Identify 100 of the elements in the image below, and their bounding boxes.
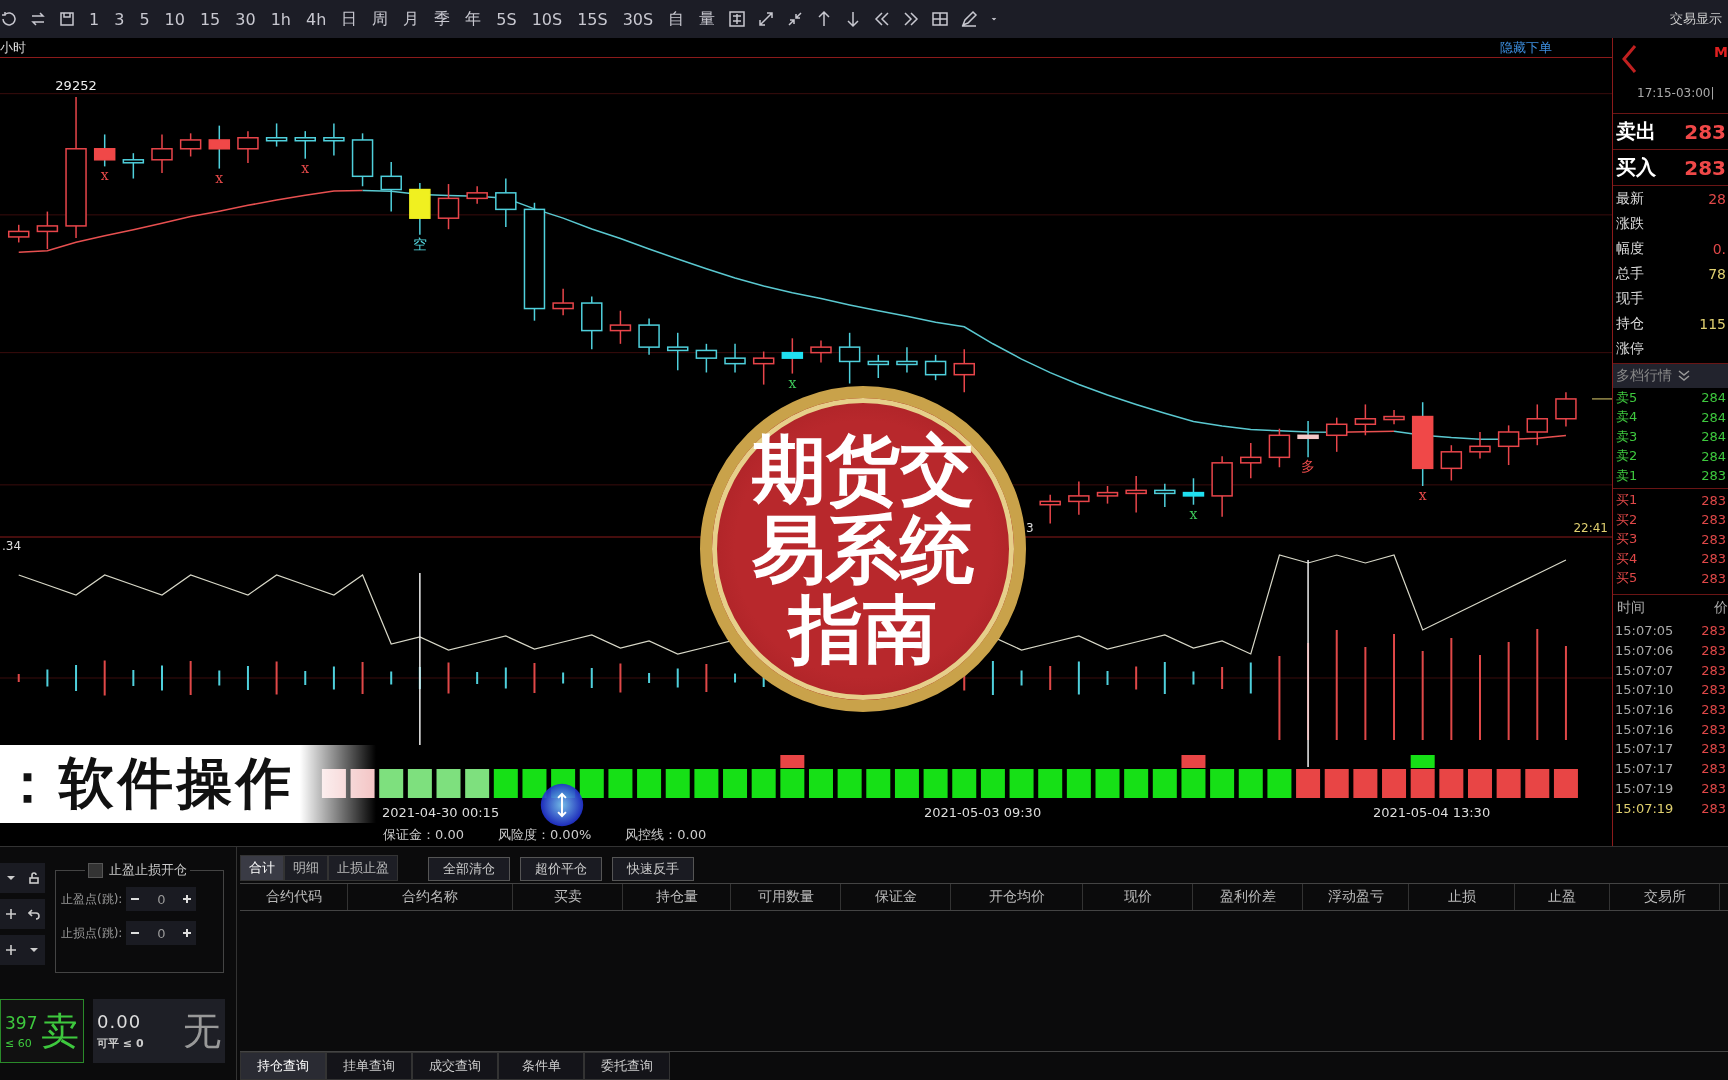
period-button[interactable]: 10: [162, 9, 187, 29]
period-button[interactable]: 5S: [494, 9, 519, 29]
volume-bar: [1163, 661, 1166, 695]
column-header: 交易所: [1610, 884, 1720, 910]
close-order-button[interactable]: 0.00 可平 ≤ 0 无: [93, 999, 225, 1063]
tick-price: 283: [1701, 643, 1726, 659]
double-chevron-icon[interactable]: [1678, 370, 1690, 382]
signal-marker: x: [788, 374, 797, 391]
save-icon[interactable]: [58, 10, 76, 28]
bid-price: 283: [1701, 512, 1726, 528]
lock-icon[interactable]: [27, 872, 40, 884]
period-button[interactable]: 3: [112, 9, 127, 29]
signal-block: [923, 769, 948, 798]
trade-display-label[interactable]: 交易显示: [1670, 10, 1722, 28]
stat-value: 0.: [1712, 240, 1726, 257]
grid-box-icon[interactable]: [728, 10, 747, 28]
tick-price: 283: [1701, 702, 1726, 718]
volume-bar: [132, 669, 135, 687]
period-button[interactable]: 季: [432, 8, 453, 30]
plus-icon[interactable]: [5, 944, 18, 956]
checkbox-label: 止盈止损开仓: [109, 861, 187, 879]
period-button[interactable]: 15S: [575, 9, 610, 29]
volume-bar: [991, 660, 994, 696]
period-button[interactable]: 30: [233, 9, 258, 29]
layout-grid-icon[interactable]: [931, 10, 950, 28]
stepper-field[interactable]: 0: [126, 921, 197, 945]
caption-text: ：软件操作: [0, 750, 295, 817]
candlestick: [667, 332, 689, 371]
candlestick: [36, 210, 59, 250]
period-button[interactable]: 4h: [303, 9, 329, 29]
period-button[interactable]: 日: [339, 8, 360, 30]
ask-price: 283: [1701, 468, 1726, 484]
undo-icon[interactable]: [27, 908, 40, 920]
period-button[interactable]: 1h: [268, 9, 293, 29]
bid-label: 买1: [1616, 491, 1638, 510]
volume-bar: [533, 662, 536, 694]
candlestick: [724, 343, 746, 374]
volume-bar: [75, 664, 78, 692]
period-button[interactable]: 自: [666, 8, 687, 30]
period-button[interactable]: 5: [137, 9, 152, 29]
action-button[interactable]: 超价平仓: [520, 857, 602, 881]
period-button[interactable]: 1: [87, 9, 102, 29]
period-button[interactable]: 30S: [620, 9, 656, 29]
period-button[interactable]: 周: [370, 8, 391, 30]
candlestick: [380, 161, 402, 213]
tick-time: 15:07:19: [1615, 800, 1674, 816]
query-tab[interactable]: 挂单查询: [326, 1052, 412, 1080]
pen-icon[interactable]: [960, 10, 979, 28]
signal-marker: x: [1418, 487, 1427, 503]
volume-bar: [361, 661, 364, 695]
rotate-icon[interactable]: [0, 10, 18, 28]
hide-order-link[interactable]: 隐藏下单: [1500, 38, 1552, 57]
indicator-value: .34: [2, 539, 22, 553]
tab[interactable]: 明细: [284, 855, 328, 881]
volume-bar: [1077, 660, 1080, 696]
badge-title-line: 指南: [789, 589, 937, 669]
collapse-icon[interactable]: [786, 10, 805, 28]
tick-price: 283: [1701, 761, 1726, 777]
plus-icon[interactable]: [182, 928, 193, 938]
checkbox[interactable]: [88, 862, 103, 878]
volume-bar: [648, 672, 651, 684]
control-box[interactable]: [0, 935, 45, 965]
period-button[interactable]: 月: [401, 8, 422, 30]
value-input[interactable]: 0: [142, 890, 181, 908]
column-header: 现价: [1083, 884, 1193, 910]
column-header: 盈利价差: [1193, 884, 1303, 910]
tab[interactable]: 合计: [240, 855, 284, 881]
action-button[interactable]: 全部清仓: [428, 857, 510, 881]
query-tab[interactable]: 成交查询: [412, 1052, 498, 1080]
expand-icon[interactable]: [757, 10, 776, 28]
stepper-field[interactable]: 0: [126, 887, 197, 911]
period-button[interactable]: 年: [463, 8, 484, 30]
account-stat: 风险度：0.00%: [497, 826, 592, 844]
period-button[interactable]: 10S: [529, 9, 565, 29]
quote-price: 283: [1684, 119, 1726, 144]
signal-block: [1382, 769, 1407, 798]
action-button[interactable]: 快速反手: [612, 857, 694, 881]
query-tab[interactable]: 持仓查询: [240, 1052, 326, 1080]
swap-icon[interactable]: [29, 10, 47, 28]
period-button[interactable]: 15: [197, 9, 223, 29]
stat-label: 涨跌: [1616, 214, 1644, 233]
column-header: 合约名称: [348, 884, 513, 910]
control-box[interactable]: [0, 899, 45, 929]
period-button[interactable]: 量: [697, 8, 718, 30]
tab[interactable]: 止损止盈: [328, 855, 398, 881]
double-right-icon[interactable]: [902, 10, 921, 28]
signal-block: [350, 769, 375, 798]
double-left-icon[interactable]: [873, 10, 892, 28]
query-tab[interactable]: 委托查询: [584, 1052, 670, 1080]
value-input[interactable]: 0: [142, 924, 181, 942]
query-tab[interactable]: 条件单: [498, 1052, 584, 1080]
volume-bar: [705, 663, 708, 693]
signal-block: [809, 769, 833, 798]
tick-price: 283: [1701, 623, 1726, 639]
volume-bar: [275, 660, 278, 696]
candlestick: [1039, 494, 1061, 525]
plus-icon[interactable]: [5, 908, 18, 920]
plus-icon[interactable]: [182, 894, 193, 904]
control-box[interactable]: [0, 863, 45, 893]
ask-price: 284: [1701, 390, 1726, 406]
